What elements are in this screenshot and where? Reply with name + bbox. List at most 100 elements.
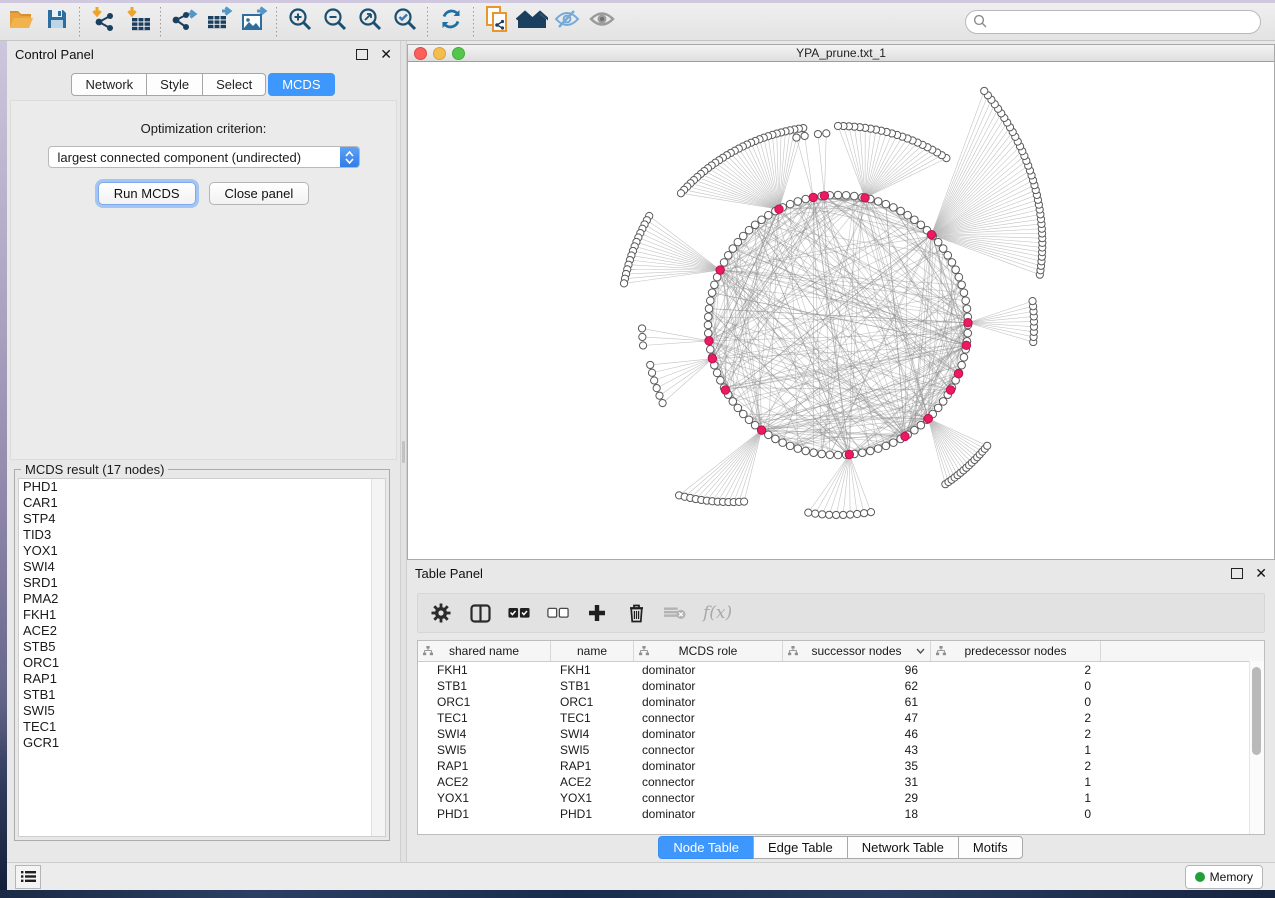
zoom-in-button[interactable] [282, 6, 317, 38]
close-panel-button[interactable]: Close panel [209, 182, 310, 205]
export-network-button[interactable] [166, 6, 201, 38]
tab-edge-table[interactable]: Edge Table [753, 836, 848, 859]
network-leaf-node[interactable] [638, 325, 645, 332]
network-leaf-node[interactable] [647, 361, 654, 368]
network-hub-node[interactable] [946, 386, 954, 394]
network-node[interactable] [934, 238, 942, 246]
zoom-fit-button[interactable] [352, 6, 387, 38]
network-node[interactable] [911, 426, 919, 434]
network-leaf-node[interactable] [677, 190, 684, 197]
mcds-list-scrollbar[interactable] [371, 479, 385, 836]
network-leaf-node[interactable] [823, 130, 830, 137]
mcds-result-item[interactable]: SRD1 [19, 575, 385, 591]
network-leaf-node[interactable] [812, 510, 819, 517]
network-node[interactable] [705, 305, 713, 313]
network-node[interactable] [779, 439, 787, 447]
tab-network[interactable]: Network [71, 73, 147, 96]
network-node[interactable] [720, 259, 728, 267]
network-node[interactable] [917, 221, 925, 229]
network-node[interactable] [745, 226, 753, 234]
mcds-result-item[interactable]: SWI5 [19, 703, 385, 719]
network-hub-node[interactable] [809, 193, 817, 201]
zoom-selected-button[interactable] [387, 6, 422, 38]
network-node[interactable] [963, 305, 971, 313]
tab-node-table[interactable]: Node Table [658, 836, 754, 859]
network-leaf-node[interactable] [860, 510, 867, 517]
mcds-result-item[interactable]: STB1 [19, 687, 385, 703]
network-node[interactable] [939, 398, 947, 406]
network-hub-node[interactable] [962, 341, 970, 349]
network-node[interactable] [717, 377, 725, 385]
column-header-shared-name[interactable]: shared name [418, 641, 551, 661]
run-mcds-button[interactable]: Run MCDS [98, 182, 196, 205]
network-node[interactable] [958, 281, 966, 289]
memory-button[interactable]: Memory [1185, 865, 1263, 889]
network-hub-node[interactable] [721, 386, 729, 394]
network-hub-node[interactable] [716, 266, 724, 274]
network-node[interactable] [810, 449, 818, 457]
network-node[interactable] [826, 451, 834, 459]
network-leaf-node[interactable] [833, 511, 840, 518]
network-hub-node[interactable] [845, 450, 853, 458]
column-header-successor-nodes[interactable]: successor nodes [783, 641, 931, 661]
network-node[interactable] [739, 410, 747, 418]
network-graph[interactable] [408, 62, 1274, 559]
network-node[interactable] [734, 404, 742, 412]
table-row[interactable]: PHD1PHD1dominator180 [418, 806, 1264, 822]
select-all-columns-button[interactable] [508, 602, 530, 624]
network-node[interactable] [739, 232, 747, 240]
tab-mcds[interactable]: MCDS [268, 73, 334, 96]
network-leaf-node[interactable] [867, 509, 874, 516]
export-table-button[interactable] [201, 6, 236, 38]
network-leaf-node[interactable] [801, 132, 808, 139]
network-leaf-node[interactable] [793, 134, 800, 141]
network-node[interactable] [794, 198, 802, 206]
table-row[interactable]: RAP1RAP1dominator352 [418, 758, 1264, 774]
import-network-button[interactable] [85, 6, 120, 38]
table-row[interactable]: STB1STB1dominator620 [418, 678, 1264, 694]
network-node[interactable] [724, 252, 732, 260]
network-leaf-node[interactable] [847, 511, 854, 518]
delete-column-button[interactable] [625, 602, 647, 624]
mcds-result-item[interactable]: GCR1 [19, 735, 385, 751]
network-leaf-node[interactable] [834, 122, 841, 129]
network-node[interactable] [729, 398, 737, 406]
network-hub-node[interactable] [954, 369, 962, 377]
table-row[interactable]: ORC1ORC1dominator610 [418, 694, 1264, 710]
table-scrollbar-thumb[interactable] [1252, 667, 1261, 755]
network-node[interactable] [794, 445, 802, 453]
network-leaf-node[interactable] [656, 392, 663, 399]
network-node[interactable] [897, 207, 905, 215]
network-leaf-node[interactable] [981, 87, 988, 94]
table-scrollbar[interactable] [1249, 661, 1264, 834]
table-row[interactable]: FKH1FKH1dominator962 [418, 662, 1264, 678]
network-node[interactable] [939, 245, 947, 253]
mcds-result-item[interactable]: SWI4 [19, 559, 385, 575]
mcds-result-item[interactable]: ACE2 [19, 623, 385, 639]
open-file-button[interactable] [4, 6, 39, 38]
network-node[interactable] [874, 198, 882, 206]
tab-select[interactable]: Select [202, 73, 266, 96]
table-row[interactable]: YOX1YOX1connector291 [418, 790, 1264, 806]
mcds-result-item[interactable]: STB5 [19, 639, 385, 655]
network-node[interactable] [904, 211, 912, 219]
network-hub-node[interactable] [757, 426, 765, 434]
network-hub-node[interactable] [901, 432, 909, 440]
network-leaf-node[interactable] [984, 442, 991, 449]
network-node[interactable] [964, 329, 972, 337]
network-hub-node[interactable] [775, 205, 783, 213]
mcds-result-item[interactable]: RAP1 [19, 671, 385, 687]
network-node[interactable] [934, 404, 942, 412]
zoom-out-button[interactable] [317, 6, 352, 38]
hide-graphics-button[interactable] [549, 6, 584, 38]
network-node[interactable] [772, 435, 780, 443]
network-hub-node[interactable] [705, 337, 713, 345]
network-node[interactable] [713, 369, 721, 377]
tab-motifs[interactable]: Motifs [958, 836, 1023, 859]
table-row[interactable]: ACE2ACE2connector311 [418, 774, 1264, 790]
mcds-result-item[interactable]: FKH1 [19, 607, 385, 623]
network-node[interactable] [890, 204, 898, 212]
network-node[interactable] [802, 195, 810, 203]
float-panel-icon[interactable] [356, 49, 368, 60]
table-row[interactable]: SWI4SWI4dominator462 [418, 726, 1264, 742]
